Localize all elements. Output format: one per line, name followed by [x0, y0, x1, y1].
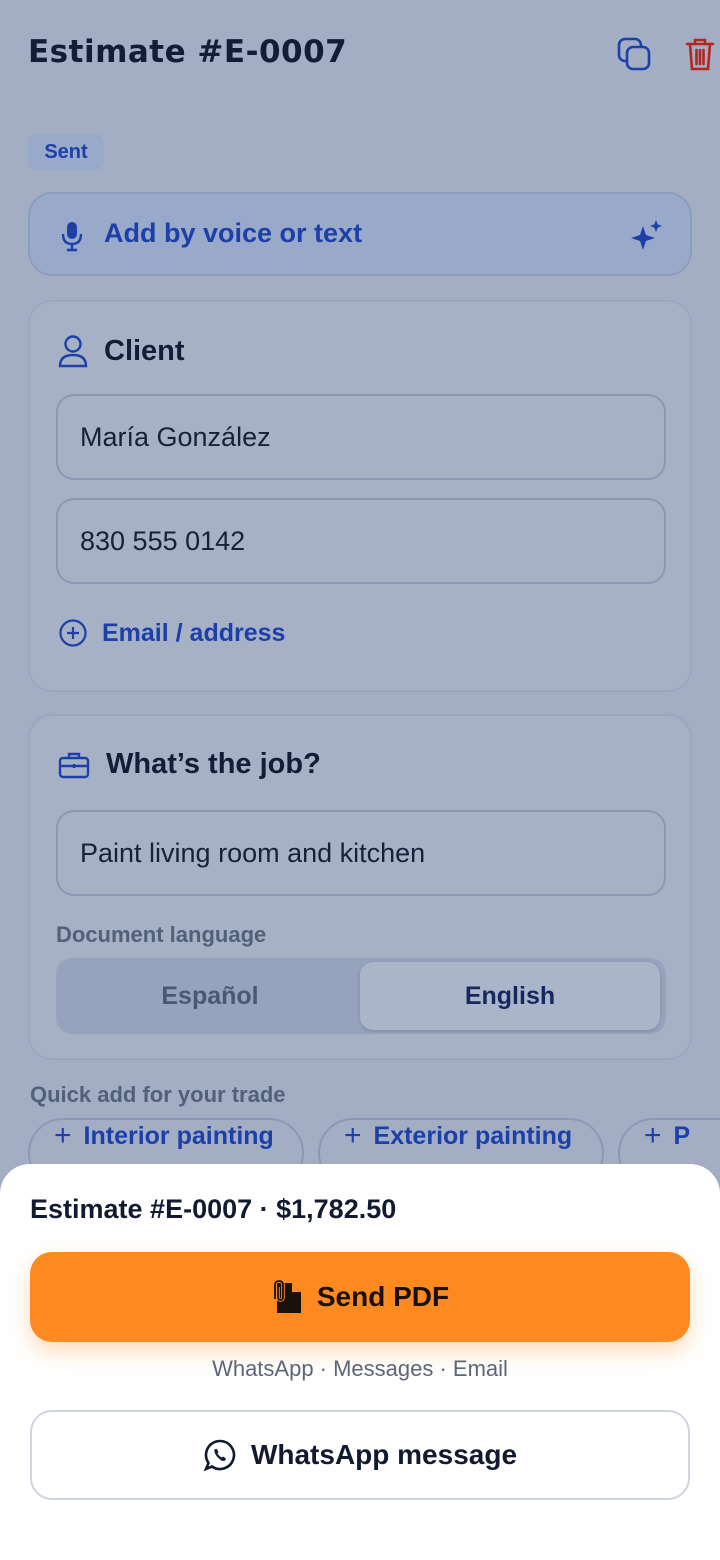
duplicate-button[interactable] — [614, 34, 654, 74]
pdf-document-icon — [273, 1279, 301, 1313]
language-option-english[interactable]: English — [360, 962, 660, 1030]
person-icon — [58, 335, 88, 368]
quick-add-chip-label: Exterior painting — [373, 1121, 573, 1150]
plus-circle-icon — [59, 619, 87, 647]
send-sheet: Estimate #E-0007 · $1,782.50 Send PDF Wh… — [0, 1164, 720, 1560]
send-channels: WhatsApp · Messages · Email — [212, 1356, 508, 1381]
whatsapp-message-label: WhatsApp message — [250, 1439, 518, 1470]
client-header: Client — [58, 334, 185, 368]
microphone-icon — [61, 222, 83, 252]
plus-icon: + — [344, 1119, 362, 1152]
language-option-espanol[interactable]: Español — [60, 962, 360, 1030]
client-name-field[interactable]: María González — [56, 394, 666, 480]
briefcase-icon — [58, 752, 90, 778]
language-toggle: Español English — [56, 958, 666, 1034]
plus-icon: + — [54, 1119, 72, 1152]
client-heading: Client — [104, 334, 185, 367]
job-card: What’s the job? Paint living room and ki… — [28, 714, 692, 1060]
quick-add-chips: + Interior painting + Exterior painting … — [0, 1118, 720, 1168]
send-pdf-button[interactable]: Send PDF — [30, 1252, 690, 1342]
voice-input-button[interactable]: Add by voice or text — [28, 192, 692, 276]
estimate-summary: Estimate #E-0007 · $1,782.50 — [30, 1194, 397, 1224]
status-badge: Sent — [28, 134, 104, 170]
job-header: What’s the job? — [58, 748, 321, 781]
sparkle-icon — [631, 220, 662, 250]
voice-input-label: Add by voice or text — [104, 218, 363, 248]
client-card: Client María González 830 555 0142 Email… — [28, 300, 692, 692]
estimate-editor: Estimate #E-0007 Sent Add by voice or te… — [0, 0, 720, 1560]
send-pdf-label: Send PDF — [316, 1281, 450, 1312]
quick-add-chip-label: P — [673, 1121, 691, 1150]
client-phone-field[interactable]: 830 555 0142 — [56, 498, 666, 584]
whatsapp-icon — [203, 1439, 236, 1472]
page-title: Estimate #E-0007 — [28, 34, 348, 70]
quick-add-chip[interactable]: + Exterior painting — [318, 1118, 604, 1168]
quick-add-label: Quick add for your trade — [30, 1082, 286, 1107]
whatsapp-message-button[interactable]: WhatsApp message — [30, 1410, 690, 1500]
copy-icon — [617, 37, 651, 71]
trash-icon — [685, 38, 715, 71]
document-language-label: Document language — [56, 922, 267, 947]
job-description-field[interactable]: Paint living room and kitchen — [56, 810, 666, 896]
add-email-address-label: Email / address — [102, 618, 286, 647]
add-email-address-button[interactable]: Email / address — [58, 618, 285, 648]
quick-add-chip[interactable]: + P — [618, 1118, 720, 1168]
delete-button[interactable] — [680, 34, 720, 74]
quick-add-chip[interactable]: + Interior painting — [28, 1118, 304, 1168]
job-heading: What’s the job? — [106, 748, 321, 780]
plus-icon: + — [644, 1119, 662, 1152]
quick-add-chip-label: Interior painting — [83, 1121, 274, 1150]
